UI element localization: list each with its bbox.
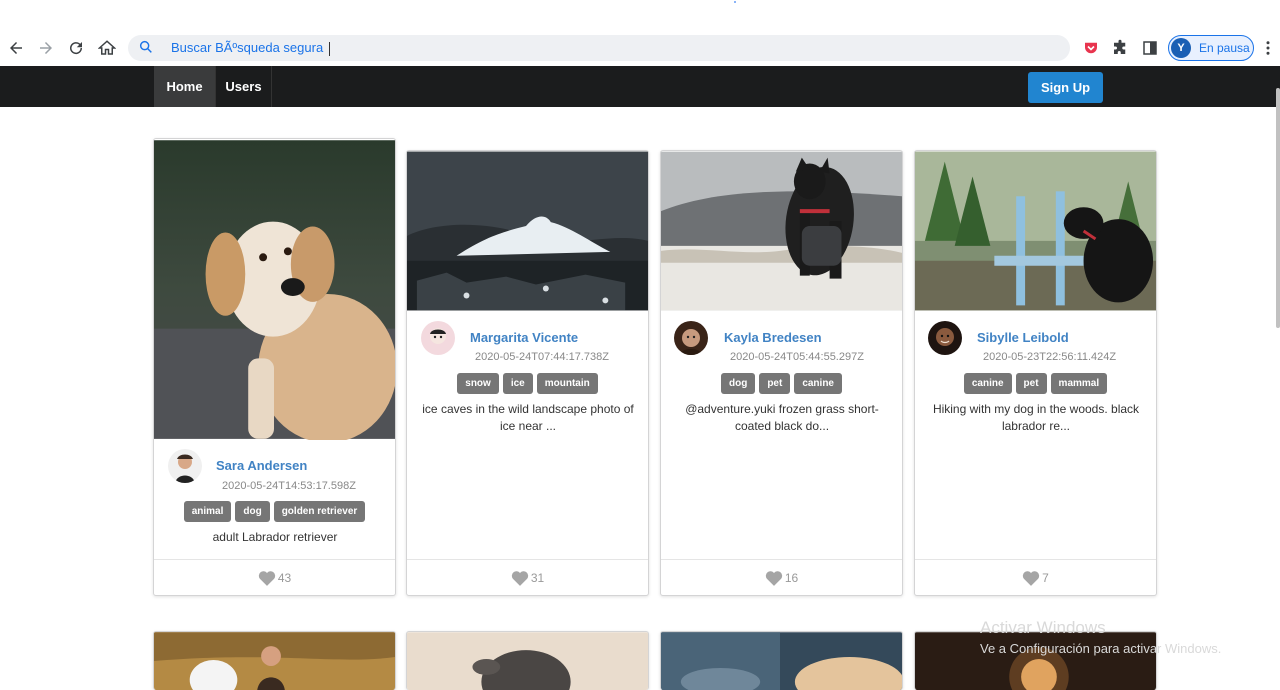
post-photo [154,140,395,440]
like-count: 7 [1042,571,1049,585]
post-description: Hiking with my dog in the woods. black l… [932,402,1140,433]
profile-status: En pausa [1199,41,1250,55]
post-photo [407,632,648,690]
author-avatar[interactable] [168,449,202,483]
nav-home[interactable]: Home [154,66,215,107]
author-avatar[interactable] [928,321,962,355]
extensions-puzzle-icon[interactable] [1109,37,1131,59]
post-photo [407,151,648,311]
tab-strip [0,0,1280,30]
browser-toolbar: Buscar BÃºsqueda segura Y En pausa [0,30,1280,66]
watermark-subtitle: Ve a Configuración para activar Windows. [980,641,1222,656]
post-card[interactable]: Margarita Vicente 2020-05-24T07:44:17.73… [406,150,649,596]
author-avatar[interactable] [674,321,708,355]
post-card[interactable] [914,631,1157,690]
page-scrollbar[interactable] [1276,88,1280,328]
tab-indicator [734,1,736,3]
post-date: 2020-05-24T07:44:17.738Z [475,351,609,363]
tag[interactable]: mountain [536,373,598,394]
heart-icon[interactable] [765,570,783,586]
post-card[interactable] [406,631,649,690]
post-description: adult Labrador retriever [212,530,338,544]
tag[interactable]: mammal [1050,373,1108,394]
address-bar-text: Buscar BÃºsqueda segura [171,40,331,56]
tag[interactable]: snow [457,373,499,394]
like-count: 16 [784,571,799,585]
tag[interactable]: pet [759,373,791,394]
home-icon[interactable] [96,37,118,59]
profile-avatar: Y [1171,38,1191,58]
author-name[interactable]: Margarita Vicente [470,330,578,345]
tag[interactable]: canine [963,373,1012,394]
like-bar[interactable]: 7 [915,559,1156,595]
post-date: 2020-05-24T05:44:55.297Z [730,351,864,363]
post-description: @adventure.yuki frozen grass short-coate… [685,402,879,433]
reload-icon[interactable] [65,37,87,59]
address-bar[interactable]: Buscar BÃºsqueda segura [128,35,1070,61]
like-count: 43 [277,571,292,585]
tag[interactable]: animal [183,501,232,522]
post-card[interactable]: Sibylle Leibold 2020-05-23T22:56:11.424Z… [914,150,1157,596]
tag[interactable]: golden retriever [273,501,366,522]
nav-users[interactable]: Users [216,66,271,107]
like-bar[interactable]: 16 [661,559,902,595]
back-arrow-icon[interactable] [5,37,27,59]
post-card[interactable] [660,631,903,690]
post-date: 2020-05-24T14:53:17.598Z [222,480,356,492]
heart-icon[interactable] [258,570,276,586]
like-count: 31 [530,571,545,585]
post-photo [661,632,902,690]
post-card[interactable]: Sara Andersen 2020-05-24T14:53:17.598Z a… [153,138,396,596]
tag-list: animal dog golden retriever [154,501,395,522]
author-name[interactable]: Sara Andersen [216,458,307,473]
tag[interactable]: ice [502,373,533,394]
author-name[interactable]: Sibylle Leibold [977,330,1069,345]
tag[interactable]: pet [1015,373,1047,394]
tag-list: snow ice mountain [407,373,648,394]
site-nav: Home Users Sign Up [0,66,1280,107]
tag-list: dog pet canine [661,373,902,394]
search-icon [138,39,156,57]
side-panel-icon[interactable] [1139,37,1161,59]
post-description: ice caves in the wild landscape photo of… [422,402,634,433]
heart-icon[interactable] [511,570,529,586]
pocket-icon[interactable] [1080,37,1102,59]
post-card[interactable]: Kayla Bredesen 2020-05-24T05:44:55.297Z … [660,150,903,596]
watermark-title: Activar Windows [980,618,1106,637]
post-photo [915,151,1156,311]
forward-arrow-icon[interactable] [35,37,57,59]
tag[interactable]: canine [794,373,842,394]
tag[interactable]: dog [235,501,270,522]
like-bar[interactable]: 31 [407,559,648,595]
post-photo [154,632,395,690]
post-card[interactable] [153,631,396,690]
menu-dots-icon[interactable] [1261,37,1275,59]
nav-divider [271,66,272,107]
tag-list: canine pet mammal [915,373,1156,394]
post-date: 2020-05-23T22:56:11.424Z [983,351,1117,363]
author-name[interactable]: Kayla Bredesen [724,330,822,345]
tag[interactable]: dog [720,373,756,394]
profile-button[interactable]: Y En pausa [1168,35,1254,61]
sign-up-button[interactable]: Sign Up [1028,72,1103,103]
post-photo [661,151,902,311]
heart-icon[interactable] [1022,570,1040,586]
like-bar[interactable]: 43 [154,559,395,595]
author-avatar[interactable] [421,321,455,355]
